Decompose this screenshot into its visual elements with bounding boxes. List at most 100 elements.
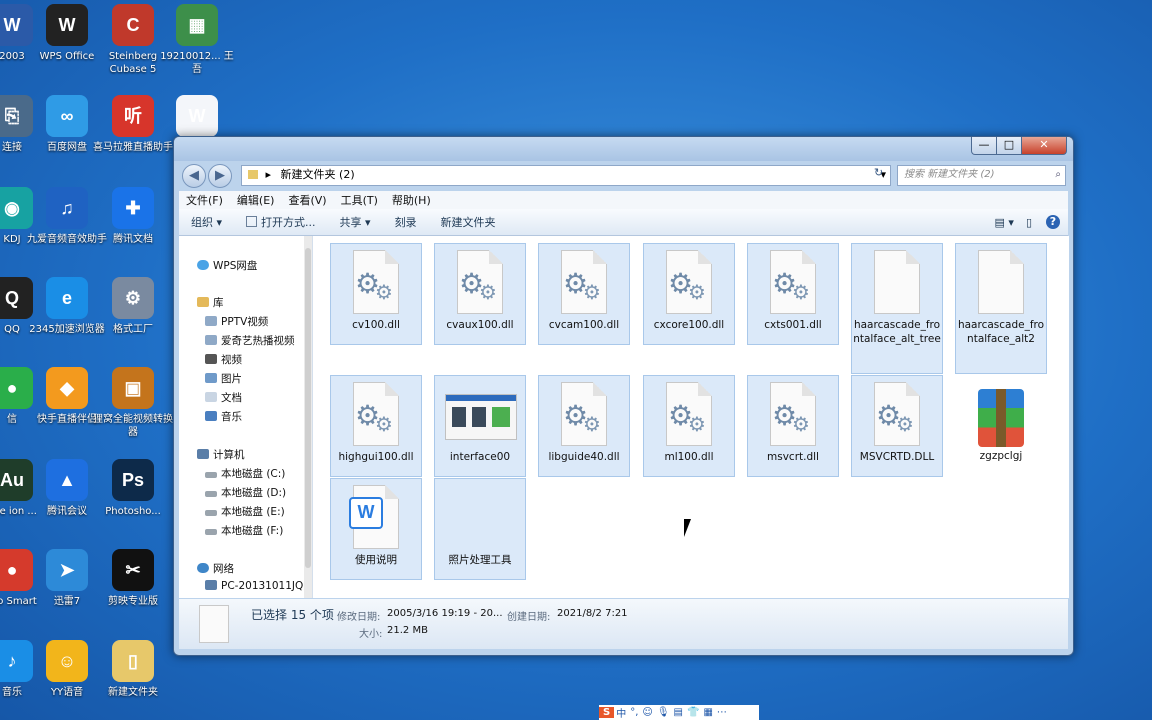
ime-tool-icon[interactable]: ▤ <box>672 707 685 718</box>
desktop-icon-label: 腾讯文档 <box>113 234 153 245</box>
title-bar[interactable]: — □ ✕ <box>174 137 1073 161</box>
nav-library-item[interactable]: 视频 <box>205 352 242 367</box>
refresh-button[interactable]: ↻ <box>874 166 883 179</box>
organize-button[interactable]: 组织 ▾ <box>179 214 234 230</box>
desktop-icon[interactable]: ✂ 剪映专业版 <box>93 549 173 608</box>
desktop-icon-label: 喜马拉雅直播助手 <box>93 142 173 153</box>
nav-network-pc[interactable]: PC-20131011JQ <box>205 580 303 592</box>
menu-view[interactable]: 查看(V) <box>281 192 333 208</box>
maximize-button[interactable]: □ <box>996 137 1022 155</box>
library-icon <box>197 297 209 307</box>
ime-tool-icon[interactable]: ☺ <box>640 707 654 718</box>
file-item[interactable]: ⚙ ⚙ highgui100.dll <box>330 375 422 477</box>
file-item[interactable]: haarcascade_frontalface_alt_tree <box>851 243 943 374</box>
file-item[interactable]: ⚙ ⚙ cxts001.dll <box>747 243 839 345</box>
new-folder-button[interactable]: 新建文件夹 <box>429 214 508 230</box>
view-options-icon[interactable]: ▤ ▾ <box>989 216 1020 229</box>
forward-button[interactable]: ▶ <box>208 164 232 188</box>
nav-drive-d[interactable]: 本地磁盘 (D:) <box>205 485 286 500</box>
file-name: cxts001.dll <box>764 319 822 331</box>
desktop-app-icon: ▲ <box>46 459 88 501</box>
address-bar[interactable]: ▸ 新建文件夹 (2) ▾ <box>241 165 891 186</box>
nav-drive-c[interactable]: 本地磁盘 (C:) <box>205 466 285 481</box>
burn-button[interactable]: 刻录 <box>383 214 429 230</box>
desktop-app-icon: ☺ <box>46 640 88 682</box>
menu-tools[interactable]: 工具(T) <box>334 192 385 208</box>
nav-library-item[interactable]: 文档 <box>205 390 242 405</box>
ime-tool-icon[interactable]: 中 <box>614 705 628 720</box>
file-item[interactable]: ⚙ ⚙ cxcore100.dll <box>643 243 735 345</box>
open-with-button[interactable]: 打开方式... <box>234 214 328 230</box>
nav-network[interactable]: 网络 <box>197 561 234 576</box>
file-item[interactable]: W 使用说明 <box>330 478 422 580</box>
nav-wps-cloud[interactable]: WPS网盘 <box>197 258 257 273</box>
file-item[interactable]: ⚙ ⚙ cvaux100.dll <box>434 243 526 345</box>
sogou-ime-icon[interactable]: S <box>599 707 615 718</box>
search-input[interactable]: 搜索 新建文件夹 (2) ⌕ <box>897 165 1066 186</box>
dll-file-icon: ⚙ ⚙ <box>764 248 822 318</box>
file-item[interactable]: ⚙ ⚙ cvcam100.dll <box>538 243 630 345</box>
dll-file-icon: ⚙ ⚙ <box>868 380 926 450</box>
file-item[interactable]: ⚙ ⚙ ml100.dll <box>643 375 735 477</box>
file-name: MSVCRTD.DLL <box>859 451 935 463</box>
nav-library-item[interactable]: PPTV视频 <box>205 314 268 329</box>
created-value: 2021/8/2 7:21 <box>557 608 628 619</box>
nav-library-item[interactable]: 爱奇艺热播视频 <box>205 333 295 348</box>
ime-tool-icon[interactable]: 🎙 <box>655 707 672 718</box>
mouse-cursor <box>684 519 691 537</box>
close-button[interactable]: ✕ <box>1021 137 1067 155</box>
desktop-icon-label: Photosho... <box>105 506 161 517</box>
drive-icon <box>205 472 217 478</box>
desktop-icon[interactable]: ▯ 新建文件夹 <box>93 640 173 699</box>
selection-count: 已选择 15 个项 <box>251 608 334 622</box>
file-item[interactable]: interface00 <box>434 375 526 477</box>
help-button[interactable]: ? <box>1046 215 1060 229</box>
menu-help[interactable]: 帮助(H) <box>385 192 438 208</box>
menu-file[interactable]: 文件(F) <box>179 192 230 208</box>
ime-tool-icon[interactable]: 👕 <box>685 707 701 718</box>
share-button[interactable]: 共享 ▾ <box>328 214 383 230</box>
ime-tool-icon[interactable]: °, <box>628 707 640 718</box>
ime-tool-icon[interactable]: ⋯ <box>715 707 729 718</box>
computer-icon <box>205 580 217 590</box>
nav-library-item[interactable]: 音乐 <box>205 409 242 424</box>
desktop-icon[interactable]: ✚ 腾讯文档 <box>93 187 173 246</box>
nav-item-label: 文档 <box>221 392 242 404</box>
desktop-icon[interactable]: ▣ 狸窝全能视频转换器 <box>93 367 173 439</box>
file-item[interactable]: ⚙ ⚙ cv100.dll <box>330 243 422 345</box>
file-item[interactable]: ⚙ ⚙ libguide40.dll <box>538 375 630 477</box>
ime-tool-icon[interactable]: ▦ <box>701 707 714 718</box>
file-item[interactable]: 照片处理工具 <box>434 478 526 580</box>
dll-file-icon: ⚙ ⚙ <box>764 380 822 450</box>
desktop-icon[interactable]: ▦ 19210012... 王吾 <box>157 4 237 76</box>
search-icon[interactable]: ⌕ <box>1055 166 1061 184</box>
minimize-button[interactable]: — <box>971 137 997 155</box>
file-item[interactable]: zgzpclgj <box>955 375 1047 477</box>
breadcrumb-separator: ▸ <box>265 168 272 181</box>
desktop-app-icon: W <box>46 4 88 46</box>
desktop-icon[interactable]: Ps Photosho... <box>93 459 173 518</box>
open-icon <box>246 216 258 227</box>
desktop-app-icon: ▣ <box>112 367 154 409</box>
preview-pane-icon[interactable]: ▯ <box>1020 216 1038 229</box>
drive-icon <box>205 510 217 516</box>
nav-drive-f[interactable]: 本地磁盘 (F:) <box>205 523 283 538</box>
desktop-icon[interactable]: ⚙ 格式工厂 <box>93 277 173 336</box>
file-item[interactable]: ⚙ ⚙ MSVCRTD.DLL <box>851 375 943 477</box>
nav-scrollbar-thumb[interactable] <box>305 248 311 568</box>
file-item[interactable]: haarcascade_frontalface_alt2 <box>955 243 1047 374</box>
back-button[interactable]: ◀ <box>182 164 206 188</box>
file-item[interactable]: ⚙ ⚙ msvcrt.dll <box>747 375 839 477</box>
nav-libraries[interactable]: 库 <box>197 295 224 310</box>
file-name: libguide40.dll <box>548 451 620 463</box>
drive-icon <box>205 529 217 535</box>
menu-edit[interactable]: 编辑(E) <box>230 192 282 208</box>
desktop-icon[interactable]: W <box>157 95 237 141</box>
nav-computer[interactable]: 计算机 <box>197 447 245 462</box>
file-name: cvaux100.dll <box>446 319 514 331</box>
nav-drive-e[interactable]: 本地磁盘 (E:) <box>205 504 285 519</box>
desktop-icon-label: 狸窝全能视频转换器 <box>93 414 173 438</box>
breadcrumb-current[interactable]: 新建文件夹 (2) <box>281 168 355 181</box>
video-icon <box>205 354 217 364</box>
nav-library-item[interactable]: 图片 <box>205 371 242 386</box>
